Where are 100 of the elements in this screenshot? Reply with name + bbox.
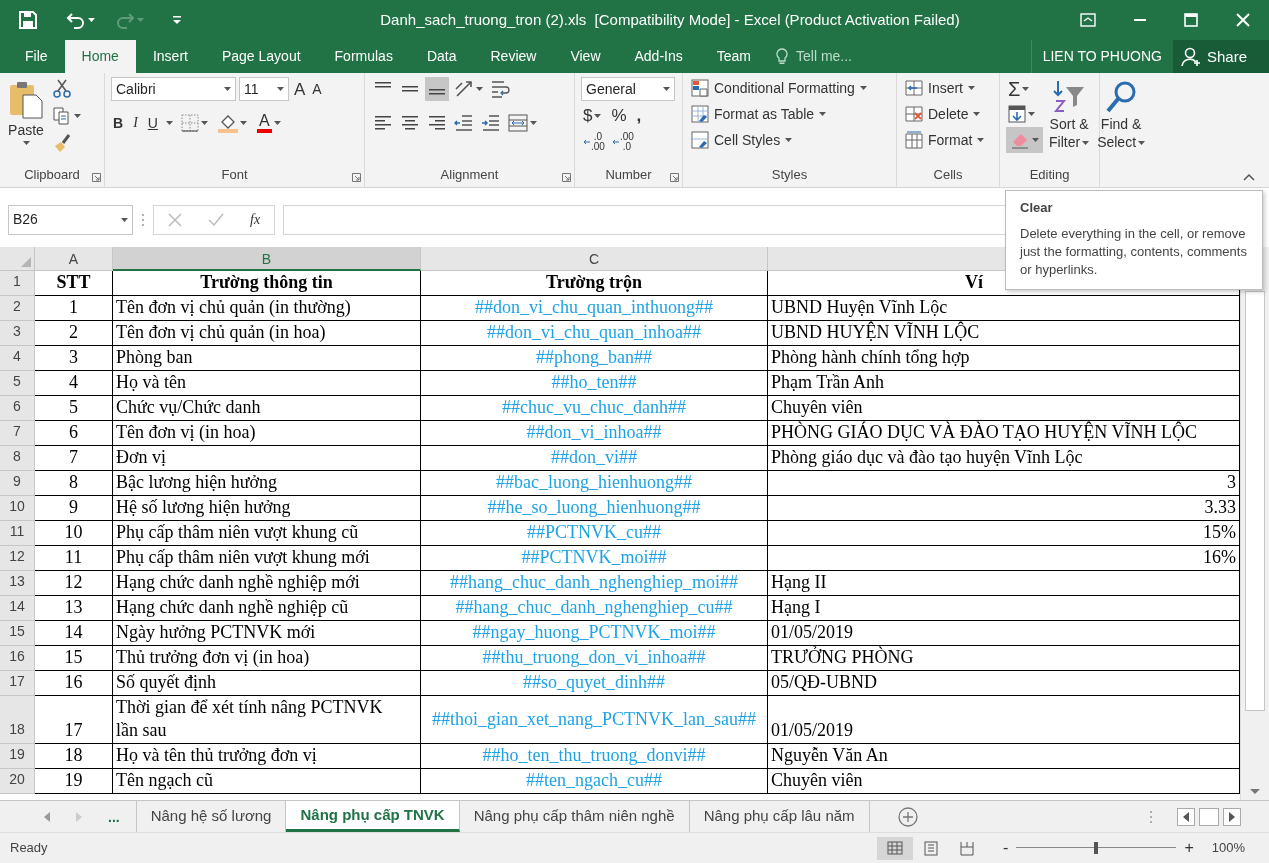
- zoom-in-button[interactable]: +: [1182, 838, 1196, 858]
- row-header[interactable]: 9: [0, 471, 35, 496]
- paste-button[interactable]: Paste: [6, 77, 46, 165]
- format-as-table-button[interactable]: Format as Table: [689, 103, 869, 125]
- currency-button[interactable]: $: [581, 105, 604, 126]
- caret-icon[interactable]: [973, 112, 981, 116]
- row-header[interactable]: 6: [0, 396, 35, 421]
- caret-icon[interactable]: [22, 141, 30, 145]
- row-header[interactable]: 13: [0, 571, 35, 596]
- font-name-field[interactable]: Calibri: [111, 77, 236, 101]
- menu-tab[interactable]: Insert: [135, 40, 205, 73]
- row-header[interactable]: 16: [0, 646, 35, 671]
- percent-button[interactable]: %: [609, 105, 629, 126]
- zoom-slider-thumb[interactable]: [1094, 842, 1099, 854]
- row-header[interactable]: 2: [0, 296, 35, 321]
- menu-tab[interactable]: Review: [473, 40, 554, 73]
- caret-icon[interactable]: [88, 18, 95, 22]
- underline-button[interactable]: U: [145, 114, 160, 132]
- caret-icon[interactable]: [819, 112, 827, 116]
- dialog-launcher-icon[interactable]: [670, 173, 679, 182]
- menu-tab[interactable]: Data: [409, 40, 474, 73]
- delete-cells-button[interactable]: Delete: [903, 103, 987, 125]
- row-header[interactable]: 15: [0, 621, 35, 646]
- caret-icon[interactable]: [165, 121, 173, 125]
- borders-button[interactable]: [178, 112, 210, 134]
- more-sheets-button[interactable]: ...: [106, 807, 122, 826]
- row-header[interactable]: 10: [0, 496, 35, 521]
- column-header[interactable]: B: [113, 247, 421, 271]
- cell-styles-button[interactable]: Cell Styles: [689, 129, 869, 151]
- column-header[interactable]: A: [35, 247, 113, 271]
- customize-toolbar-button[interactable]: [170, 13, 184, 27]
- normal-view-button[interactable]: [877, 836, 914, 860]
- conditional-formatting-button[interactable]: Conditional Formatting: [689, 77, 869, 99]
- merge-center-button[interactable]: [506, 111, 539, 135]
- autosum-button[interactable]: Σ: [1006, 77, 1043, 101]
- tell-me-field[interactable]: Tell me...: [794, 45, 884, 68]
- comma-button[interactable]: ,: [634, 105, 644, 126]
- row-header[interactable]: 18: [0, 696, 35, 744]
- increase-decimal-button[interactable]: .0 .00: [581, 130, 607, 154]
- menu-tab[interactable]: Page Layout: [204, 40, 318, 73]
- menu-tab[interactable]: Home: [64, 40, 136, 73]
- format-cells-button[interactable]: Format: [903, 129, 987, 151]
- scroll-left-button[interactable]: [1177, 807, 1195, 826]
- scroll-thumb[interactable]: [1245, 291, 1265, 711]
- row-header[interactable]: 19: [0, 744, 35, 769]
- row-header[interactable]: 7: [0, 421, 35, 446]
- caret-icon[interactable]: [277, 87, 284, 91]
- caret-icon[interactable]: [1028, 112, 1035, 116]
- menu-tab[interactable]: Add-Ins: [617, 40, 700, 73]
- find-select-button[interactable]: Find & Select: [1095, 77, 1148, 165]
- row-header[interactable]: 3: [0, 321, 35, 346]
- caret-icon[interactable]: [977, 138, 985, 142]
- scroll-right-button[interactable]: [1223, 807, 1241, 826]
- zoom-out-button[interactable]: -: [1001, 838, 1011, 858]
- shrink-font-button[interactable]: A: [310, 80, 324, 98]
- name-box[interactable]: B26: [8, 204, 133, 235]
- menu-tab[interactable]: View: [553, 40, 618, 73]
- caret-icon[interactable]: [663, 87, 670, 91]
- menu-tab[interactable]: Formulas: [317, 40, 410, 73]
- row-header[interactable]: 12: [0, 546, 35, 571]
- caret-icon[interactable]: [859, 86, 867, 90]
- caret-icon[interactable]: [476, 87, 483, 91]
- row-header[interactable]: 1: [0, 271, 35, 296]
- caret-icon[interactable]: [224, 87, 231, 91]
- dialog-launcher-icon[interactable]: [562, 173, 571, 182]
- caret-icon[interactable]: [273, 121, 281, 125]
- menu-tab[interactable]: File: [8, 40, 65, 73]
- dialog-launcher-icon[interactable]: [92, 173, 101, 182]
- caret-icon[interactable]: [785, 138, 793, 142]
- share-button[interactable]: Share: [1172, 40, 1269, 73]
- scroll-down-icon[interactable]: [1250, 789, 1260, 795]
- row-header[interactable]: 8: [0, 446, 35, 471]
- caret-icon[interactable]: [594, 113, 602, 118]
- dialog-launcher-icon[interactable]: [352, 173, 361, 182]
- caret-icon[interactable]: [1022, 87, 1030, 91]
- italic-button[interactable]: I: [131, 114, 140, 132]
- caret-icon[interactable]: [968, 86, 975, 90]
- caret-icon[interactable]: [530, 121, 537, 125]
- caret-icon[interactable]: [121, 217, 128, 222]
- sort-filter-button[interactable]: Sort & Filter: [1047, 77, 1092, 165]
- caret-icon[interactable]: [239, 121, 247, 125]
- caret-icon[interactable]: [1032, 138, 1039, 142]
- caret-icon[interactable]: [74, 114, 81, 118]
- row-header[interactable]: 4: [0, 346, 35, 371]
- caret-icon[interactable]: [200, 121, 208, 125]
- menu-tab[interactable]: Team: [699, 40, 768, 73]
- font-color-button[interactable]: A: [254, 111, 283, 135]
- row-header[interactable]: 17: [0, 671, 35, 696]
- number-format-field[interactable]: General: [581, 77, 675, 101]
- horizontal-scroll-thumb[interactable]: [1199, 807, 1219, 826]
- row-header[interactable]: 11: [0, 521, 35, 546]
- caret-icon[interactable]: [1082, 140, 1090, 145]
- collapse-ribbon-icon[interactable]: [1243, 173, 1255, 181]
- insert-function-button[interactable]: fx: [248, 210, 263, 229]
- row-header[interactable]: 5: [0, 371, 35, 396]
- save-button[interactable]: [16, 8, 40, 32]
- row-header[interactable]: 14: [0, 596, 35, 621]
- sheet-tab[interactable]: Nâng phụ cấp TNVK: [286, 801, 460, 832]
- bold-button[interactable]: B: [111, 114, 126, 132]
- caret-icon[interactable]: [1138, 140, 1146, 145]
